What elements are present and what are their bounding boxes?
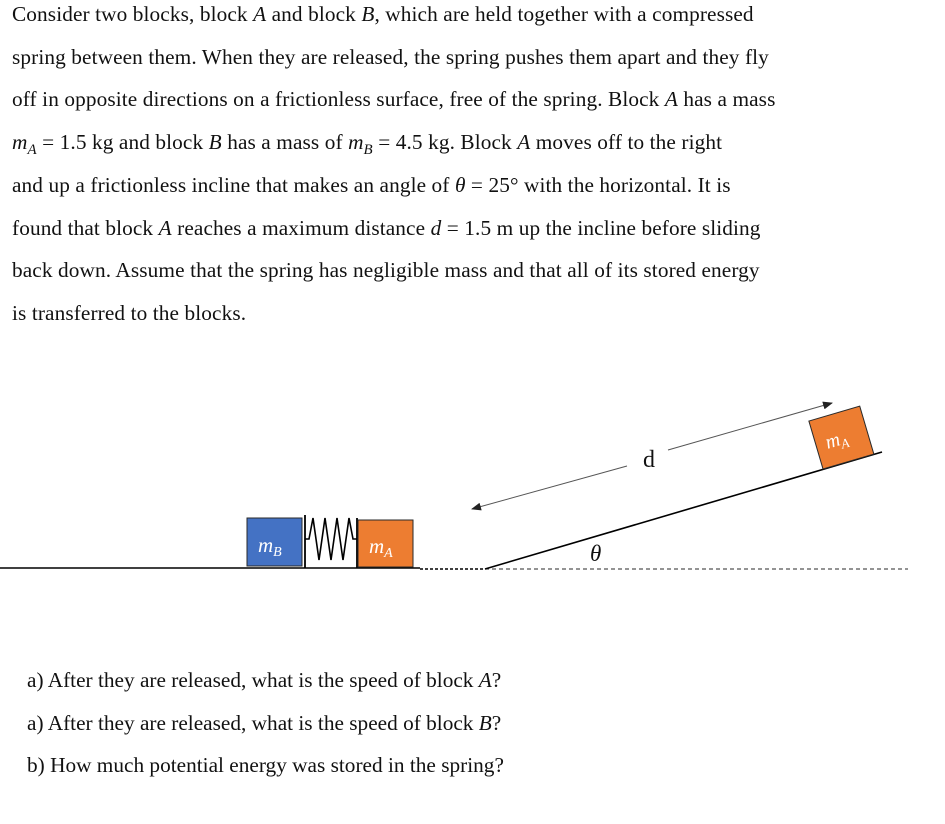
question-item: b) How much potential energy was stored … bbox=[27, 753, 504, 777]
distance-arrow-right bbox=[667, 401, 833, 451]
math-symbol: A bbox=[478, 668, 492, 692]
incline-line bbox=[484, 451, 883, 570]
question-item: a) After they are released, what is the … bbox=[27, 668, 502, 692]
question-item: a) After they are released, what is the … bbox=[27, 711, 502, 735]
distance-label: d bbox=[643, 447, 655, 473]
math-symbol: B bbox=[478, 711, 492, 735]
angle-label: θ bbox=[590, 541, 601, 566]
distance-arrow-left bbox=[471, 465, 628, 511]
spring-icon bbox=[304, 515, 358, 568]
block-a-incline: mA bbox=[808, 405, 875, 470]
diagram: mB mA d θ mA bbox=[0, 401, 908, 570]
